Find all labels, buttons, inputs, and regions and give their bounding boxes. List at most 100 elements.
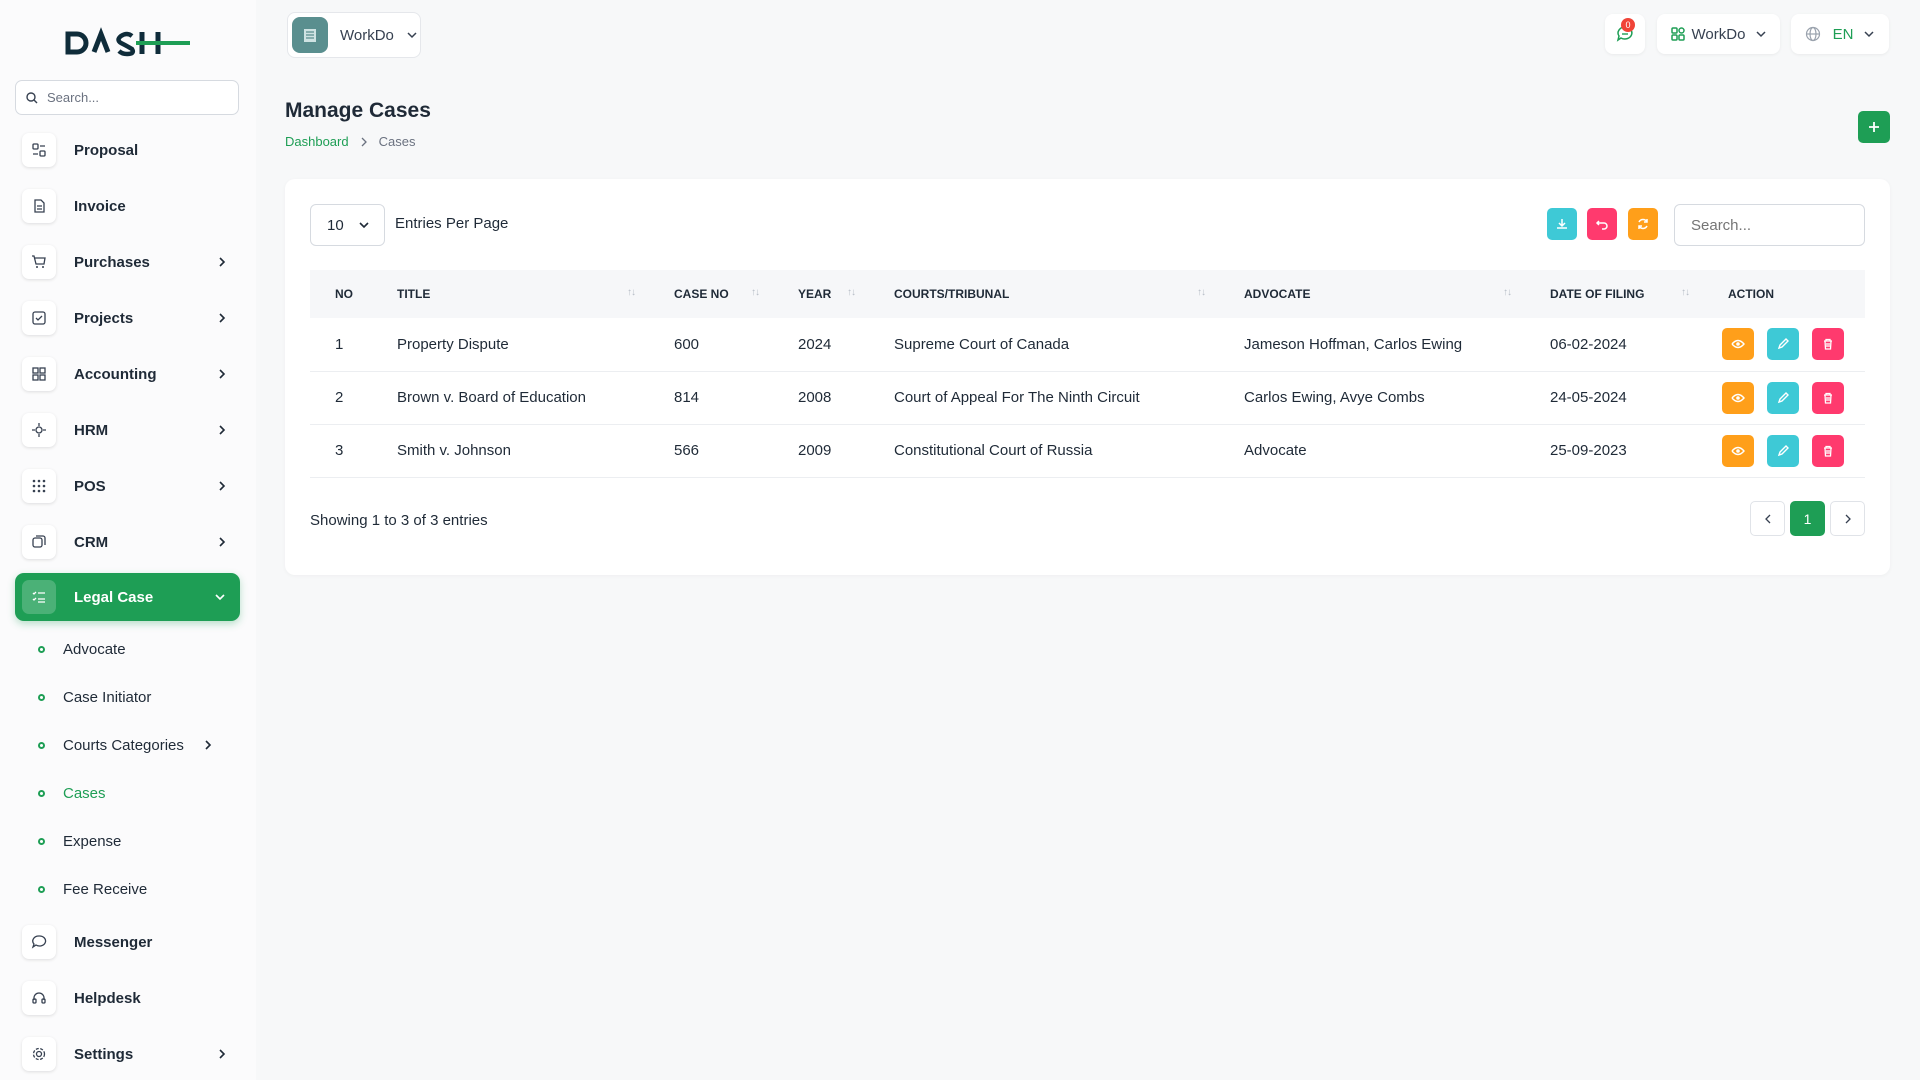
chevron-down-icon [407, 32, 417, 39]
column-header-courts[interactable]: COURTS/TRIBUNAL ↑↓ [869, 270, 1219, 318]
per-page-value: 10 [327, 216, 344, 234]
sidebar-item-label: Settings [74, 1045, 134, 1063]
sidebar-item-invoice[interactable]: Invoice [15, 182, 240, 230]
submenu-item-case-initiator[interactable]: Case Initiator [38, 677, 238, 717]
table-row: 1 Property Dispute 600 2024 Supreme Cour… [310, 318, 1865, 371]
view-button[interactable] [1722, 381, 1754, 414]
sidebar-item-messenger[interactable]: Messenger [15, 918, 240, 966]
checkbox-icon [22, 301, 56, 335]
view-button[interactable] [1722, 328, 1754, 361]
column-header-title[interactable]: TITLE ↑↓ [372, 270, 649, 318]
column-header-advocate[interactable]: ADVOCATE ↑↓ [1219, 270, 1525, 318]
chevron-down-icon [1864, 31, 1874, 38]
sidebar-item-label: CRM [74, 533, 109, 551]
column-header-label: ADVOCATE [1244, 287, 1311, 301]
submenu-label: Cases [63, 784, 106, 802]
chevron-right-icon [1845, 514, 1851, 523]
user-menu[interactable]: WorkDo [1657, 14, 1780, 54]
delete-button[interactable] [1812, 328, 1845, 361]
submenu-item-expense[interactable]: Expense [38, 821, 238, 861]
breadcrumb-current: Cases [378, 134, 416, 149]
pagination-info: Showing 1 to 3 of 3 entries [310, 512, 488, 529]
breadcrumb: Dashboard Cases [285, 134, 415, 149]
cell-actions [1703, 424, 1865, 477]
chevron-right-icon [219, 481, 226, 491]
cell-year: 2009 [798, 442, 832, 459]
edit-button[interactable] [1767, 328, 1800, 361]
sidebar-item-helpdesk[interactable]: Helpdesk [15, 974, 240, 1022]
refresh-icon [1638, 218, 1648, 230]
entries-per-page-select[interactable]: 10 [310, 204, 385, 246]
column-header-case-no[interactable]: CASE NO ↑↓ [649, 270, 773, 318]
delete-button[interactable] [1812, 434, 1845, 467]
sidebar-item-label: Messenger [74, 933, 153, 951]
add-case-button[interactable] [1858, 111, 1890, 143]
prev-page-button[interactable] [1750, 501, 1785, 536]
cell-court: Supreme Court of Canada [894, 335, 1070, 353]
plus-icon [1869, 122, 1879, 132]
chevron-right-icon [219, 313, 226, 323]
chevron-right-icon [205, 740, 212, 750]
bullet-icon [38, 789, 45, 797]
view-button[interactable] [1722, 434, 1754, 467]
delete-button[interactable] [1812, 381, 1845, 414]
cell-advocate: Advocate [1244, 442, 1307, 459]
submenu-item-courts-categories[interactable]: Courts Categories [38, 725, 238, 765]
chevron-right-icon [361, 137, 367, 146]
sidebar-item-pos[interactable]: POS [15, 462, 240, 510]
sidebar-item-crm[interactable]: CRM [15, 518, 240, 566]
cell-advocate: Jameson Hoffman, Carlos Ewing [1244, 335, 1463, 353]
column-header-no[interactable]: NO [310, 270, 372, 318]
bullet-icon [38, 645, 45, 653]
column-header-year[interactable]: YEAR ↑↓ [773, 270, 869, 318]
sidebar-item-hrm[interactable]: HRM [15, 406, 240, 454]
cell-actions [1703, 318, 1865, 371]
trash-icon [1824, 339, 1833, 350]
dash-logo[interactable] [64, 26, 190, 60]
cell-title: Brown v. Board of Education [397, 389, 586, 406]
column-header-label: COURTS/TRIBUNAL [894, 287, 1010, 301]
breadcrumb-dashboard-link[interactable]: Dashboard [285, 134, 349, 149]
bullet-icon [38, 837, 45, 845]
undo-button[interactable] [1587, 208, 1617, 240]
chevron-down-icon [215, 594, 225, 601]
sidebar-item-projects[interactable]: Projects [15, 294, 240, 342]
sidebar: Search... Proposal Invoice Purchases Pro… [0, 0, 256, 1080]
column-header-date[interactable]: DATE OF FILING ↑↓ [1525, 270, 1703, 318]
pencil-icon [1778, 391, 1790, 403]
dots-grid-icon [22, 469, 56, 503]
language-selector[interactable]: EN [1791, 14, 1889, 54]
table-row: 3 Smith v. Johnson 566 2009 Constitution… [310, 424, 1865, 477]
sidebar-search-input[interactable]: Search... [15, 80, 239, 115]
next-page-button[interactable] [1830, 501, 1865, 536]
gear-icon [22, 1037, 56, 1071]
chevron-right-icon [219, 537, 226, 547]
cell-no: 2 [335, 389, 344, 406]
submenu-item-fee-receive[interactable]: Fee Receive [38, 869, 238, 909]
page-1-button[interactable]: 1 [1790, 501, 1825, 536]
edit-button[interactable] [1767, 381, 1800, 414]
refresh-button[interactable] [1628, 208, 1658, 240]
messages-button[interactable]: 0 [1605, 14, 1645, 54]
workspace-switcher[interactable]: WorkDo [287, 12, 421, 58]
export-button[interactable] [1547, 208, 1577, 240]
sidebar-item-proposal[interactable]: Proposal [15, 126, 240, 174]
edit-button[interactable] [1767, 434, 1800, 467]
sidebar-item-label: POS [74, 477, 106, 495]
trash-icon [1824, 445, 1833, 457]
building-icon [292, 17, 328, 53]
table-search-input[interactable] [1674, 204, 1865, 246]
sidebar-item-accounting[interactable]: Accounting [15, 350, 240, 398]
submenu-item-advocate[interactable]: Advocate [38, 629, 238, 669]
sort-icon: ↑↓ [1503, 287, 1512, 298]
sidebar-item-purchases[interactable]: Purchases [15, 238, 240, 286]
sidebar-item-legal-case[interactable]: Legal Case [15, 573, 240, 621]
language-label: EN [1832, 25, 1854, 43]
crm-icon [22, 525, 56, 559]
cell-no: 1 [335, 335, 344, 353]
chevron-right-icon [219, 425, 226, 435]
sidebar-item-settings[interactable]: Settings [15, 1030, 240, 1078]
sidebar-item-label: Legal Case [74, 588, 154, 606]
submenu-item-cases[interactable]: Cases [38, 773, 238, 813]
cell-title: Smith v. Johnson [397, 442, 511, 459]
